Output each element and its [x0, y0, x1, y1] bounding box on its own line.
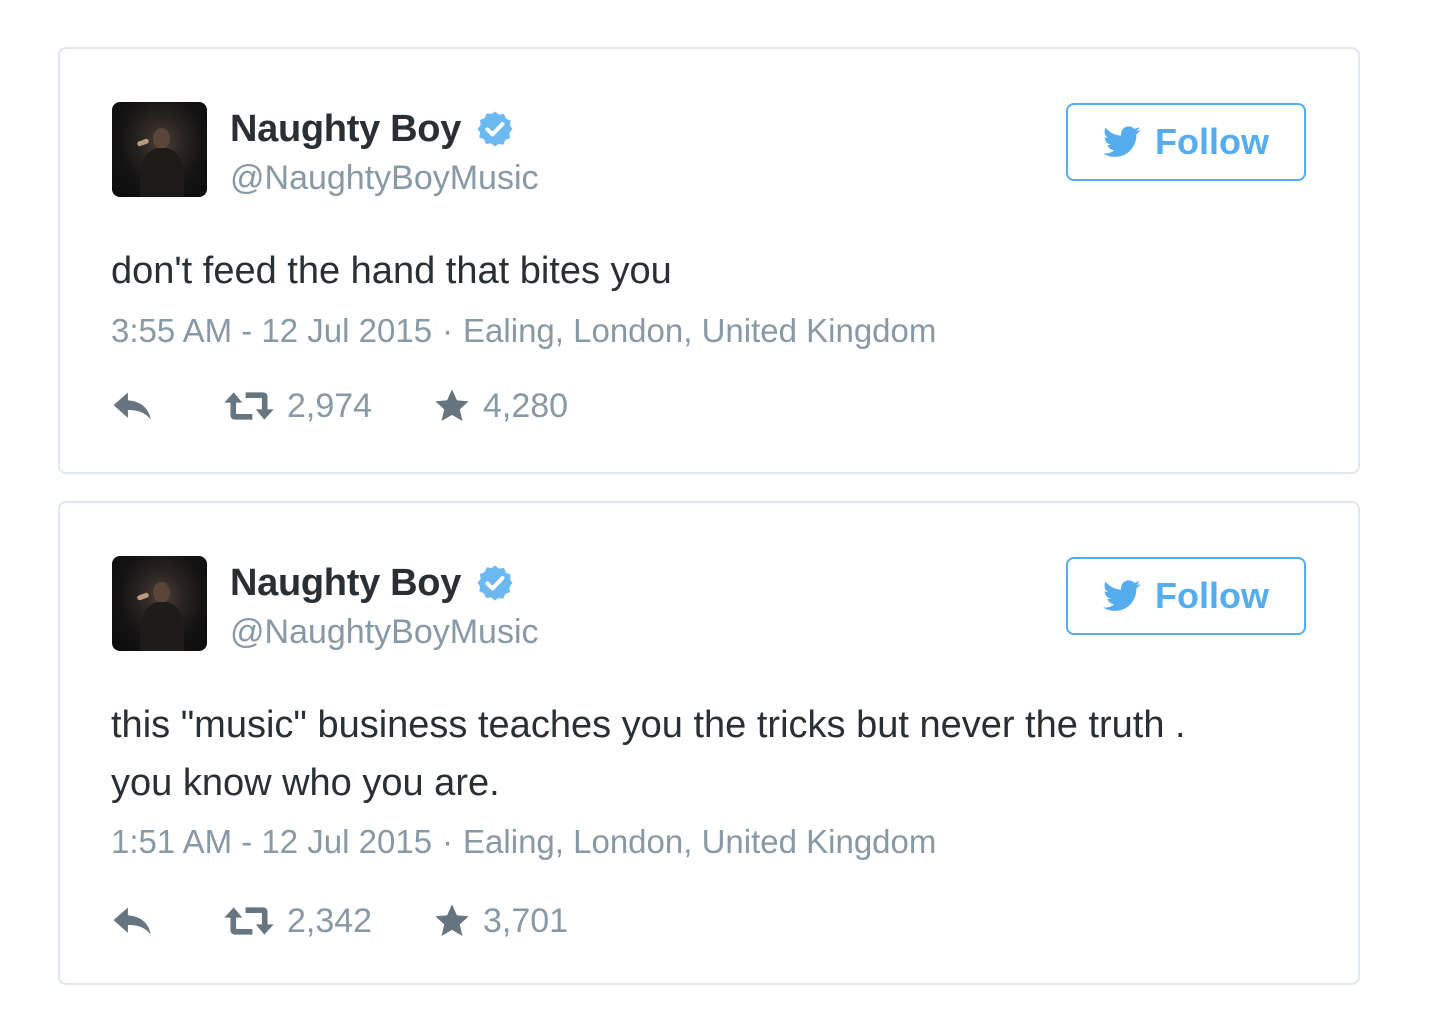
tweet-text: this "music" business teaches you the tr…: [111, 696, 1321, 812]
follow-label: Follow: [1155, 575, 1269, 616]
tweet-timestamp[interactable]: 1:51 AM - 12 Jul 2015: [111, 823, 432, 860]
follow-label: Follow: [1155, 121, 1269, 162]
verified-badge-icon: [477, 111, 513, 147]
tweet-actions: 2,342 3,701: [111, 899, 568, 943]
tweet-meta: 3:55 AM - 12 Jul 2015 · Ealing, London, Un…: [111, 312, 936, 350]
retweet-count: 2,974: [287, 386, 373, 425]
reply-button[interactable]: [111, 389, 223, 423]
meta-separator: ·: [442, 312, 454, 349]
favorite-button[interactable]: 4,280: [433, 387, 568, 426]
favorite-button[interactable]: 3,701: [433, 902, 568, 941]
tweet-text: don't feed the hand that bites you: [111, 250, 672, 292]
display-name[interactable]: Naughty Boy: [230, 108, 461, 151]
star-icon: [435, 904, 469, 937]
favorite-count: 3,701: [483, 901, 569, 940]
tweet-actions: 2,974 4,280: [111, 384, 568, 428]
retweet-count: 2,342: [287, 901, 373, 940]
display-name[interactable]: Naughty Boy: [230, 562, 461, 605]
reply-icon: [113, 392, 151, 420]
author-handle[interactable]: @NaughtyBoyMusic: [230, 613, 539, 652]
avatar[interactable]: [112, 102, 207, 197]
tweet-text-line: this "music" business teaches you the tr…: [111, 704, 1186, 746]
meta-separator: ·: [442, 823, 454, 860]
retweet-icon: [224, 907, 274, 935]
follow-button[interactable]: Follow: [1066, 557, 1306, 635]
favorite-count: 4,280: [483, 386, 569, 425]
author-name-row: Naughty Boy: [230, 105, 515, 153]
star-icon: [435, 389, 469, 422]
author-name-row: Naughty Boy: [230, 559, 515, 607]
retweet-icon: [224, 392, 274, 420]
tweet-timestamp[interactable]: 3:55 AM - 12 Jul 2015: [111, 312, 432, 349]
author-handle[interactable]: @NaughtyBoyMusic: [230, 159, 539, 198]
retweet-button[interactable]: 2,342: [223, 902, 433, 941]
verified-badge-icon: [477, 565, 513, 601]
avatar[interactable]: [112, 556, 207, 651]
tweet-location[interactable]: Ealing, London, United Kingdom: [463, 823, 936, 860]
tweet-card: Naughty Boy @NaughtyBoyMusic Follow don'…: [58, 47, 1360, 474]
tweet-text-line: you know who you are.: [111, 762, 500, 804]
tweet-location[interactable]: Ealing, London, United Kingdom: [463, 312, 936, 349]
tweet-card: Naughty Boy @NaughtyBoyMusic Follow this…: [58, 501, 1360, 985]
reply-icon: [113, 907, 151, 935]
follow-button[interactable]: Follow: [1066, 103, 1306, 181]
reply-button[interactable]: [111, 904, 223, 938]
twitter-bird-icon: [1103, 580, 1141, 611]
tweet-meta: 1:51 AM - 12 Jul 2015 · Ealing, London, Un…: [111, 823, 936, 861]
twitter-bird-icon: [1103, 126, 1141, 157]
retweet-button[interactable]: 2,974: [223, 387, 433, 426]
